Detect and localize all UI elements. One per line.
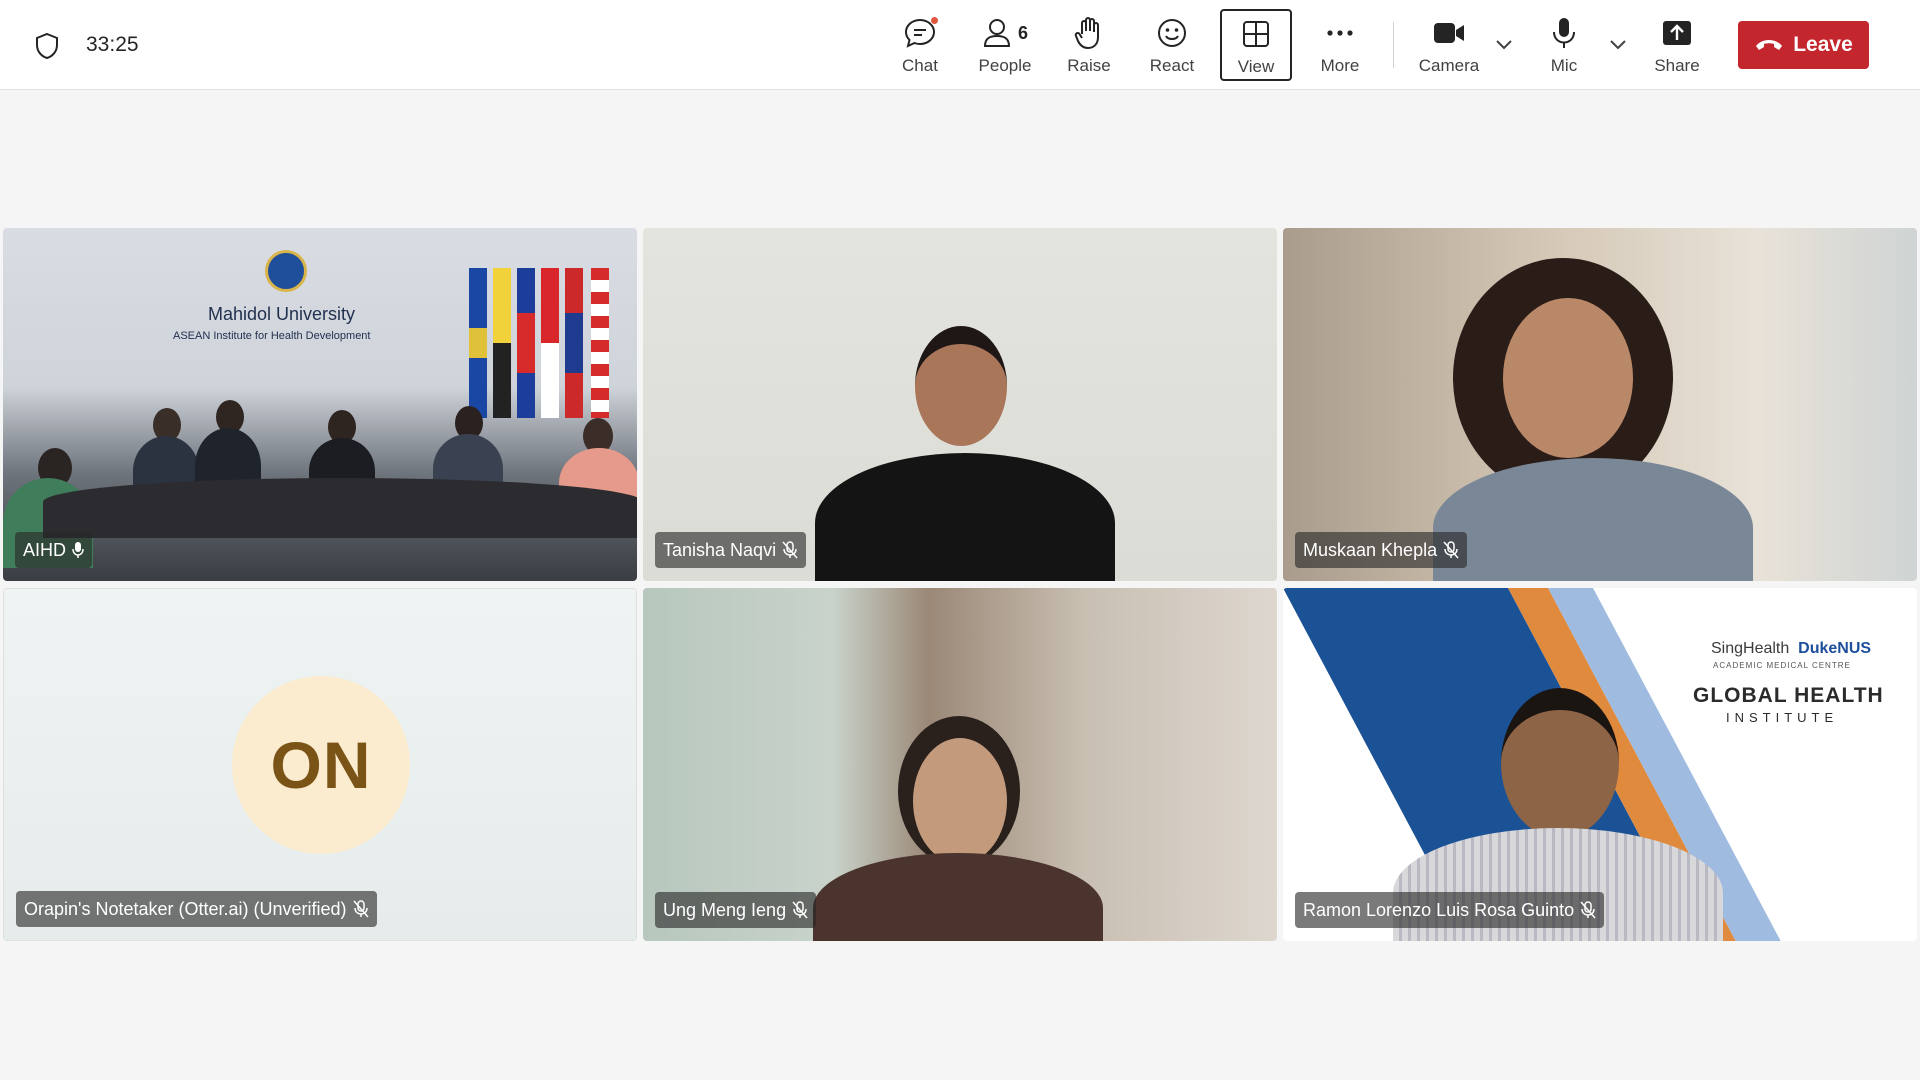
participant-name-tag: AIHD [15,532,93,568]
more-button[interactable]: More [1312,10,1368,80]
mic-button[interactable]: Mic [1544,10,1584,80]
people-icon [983,19,1010,47]
participant-name: Ramon Lorenzo Luis Rosa Guinto [1303,899,1575,920]
chat-label: Chat [902,56,938,75]
person [913,738,1007,864]
participant-name-tag: Orapin's Notetaker (Otter.ai) (Unverifie… [16,891,377,927]
logo-small-text: ACADEMIC MEDICAL CENTRE [1713,661,1851,670]
leave-button[interactable]: Leave [1738,21,1869,69]
share-label: Share [1654,56,1700,75]
person [915,326,1007,446]
mic-label: Mic [1550,56,1578,75]
participant-name: AIHD [23,539,67,560]
flag [469,268,487,418]
raise-hand-button[interactable]: Raise [1062,10,1116,80]
camera-options-chevron-down-icon[interactable] [1494,36,1514,52]
react-label: React [1149,56,1195,75]
ellipsis-icon [1325,14,1355,52]
chat-icon [903,14,939,52]
video-tile-ramon-guinto[interactable]: SingHealth DukeNUS ACADEMIC MEDICAL CENT… [1283,588,1917,941]
avatar: ON [232,676,410,854]
video-tile-aihd[interactable]: Mahidol University ASEAN Institute for H… [3,228,637,581]
toolbar-divider [1393,22,1394,68]
institute-title: GLOBAL HEALTH [1693,684,1884,707]
institute-subtitle: INSTITUTE [1726,710,1839,725]
participant-name-tag: Muskaan Khepla [1295,532,1468,568]
people-label: People [978,56,1032,75]
chat-button[interactable]: Chat [890,10,950,80]
mic-muted-icon [1443,541,1459,559]
participant-name: Muskaan Khepla [1303,539,1438,560]
smiley-icon [1156,14,1188,52]
meeting-toolbar: 33:25 Chat 6 People Raise React View Mor… [0,0,1920,90]
participant-name-tag: Ramon Lorenzo Luis Rosa Guinto [1295,892,1605,928]
participant-name-tag: Ung Meng Ieng [655,892,817,928]
flag [591,268,609,418]
more-label: More [1320,56,1360,75]
video-tile-tanisha-naqvi[interactable]: Tanisha Naqvi [643,228,1277,581]
backdrop-subtitle: ASEAN Institute for Health Development [173,330,371,342]
shield-icon[interactable] [34,32,60,60]
participant-name-tag: Tanisha Naqvi [655,532,807,568]
view-button[interactable]: View [1220,9,1292,81]
share-button[interactable]: Share [1652,10,1702,80]
meeting-timer: 33:25 [86,33,139,56]
raise-label: Raise [1067,56,1111,75]
video-tile-muskaan-khepla[interactable]: Muskaan Khepla [1283,228,1917,581]
mic-muted-icon [782,541,798,559]
flag [493,268,511,418]
people-count: 6 [1017,22,1028,43]
flag [517,268,535,418]
camera-label: Camera [1418,56,1480,75]
person [1503,298,1633,458]
view-label: View [1237,57,1275,76]
participant-name: Ung Meng Ieng [663,899,787,920]
leave-label: Leave [1793,33,1853,56]
mic-muted-icon [1580,901,1596,919]
mic-muted-icon [352,900,369,918]
notification-dot [930,16,939,25]
react-button[interactable]: React [1146,10,1198,80]
person [813,853,1103,941]
video-tile-ung-meng-ieng[interactable]: Ung Meng Ieng [643,588,1277,941]
backdrop-title: Mahidol University [208,304,356,324]
person [1501,688,1619,838]
grid-icon [1241,15,1271,53]
flag [565,268,583,418]
participant-name: Orapin's Notetaker (Otter.ai) (Unverifie… [24,898,347,919]
flag [541,268,559,418]
hand-icon [1074,14,1104,52]
phone-hangup-icon [1756,40,1783,50]
people-button[interactable]: 6 People [972,10,1038,80]
video-tile-notetaker[interactable]: ON Orapin's Notetaker (Otter.ai) (Unveri… [3,588,637,941]
video-camera-icon [1432,14,1466,52]
person [815,453,1115,581]
mic-muted-icon [792,901,808,919]
microphone-icon [1551,14,1577,52]
mahidol-logo [265,250,307,292]
singhealth-logo: SingHealth DukeNUS [1711,640,1872,657]
mic-options-chevron-down-icon[interactable] [1608,36,1628,52]
camera-button[interactable]: Camera [1414,10,1484,80]
conference-table [43,478,637,538]
microphone-icon [72,541,84,559]
person [1433,458,1753,581]
participant-name: Tanisha Naqvi [663,539,777,560]
share-upload-icon [1661,14,1693,52]
